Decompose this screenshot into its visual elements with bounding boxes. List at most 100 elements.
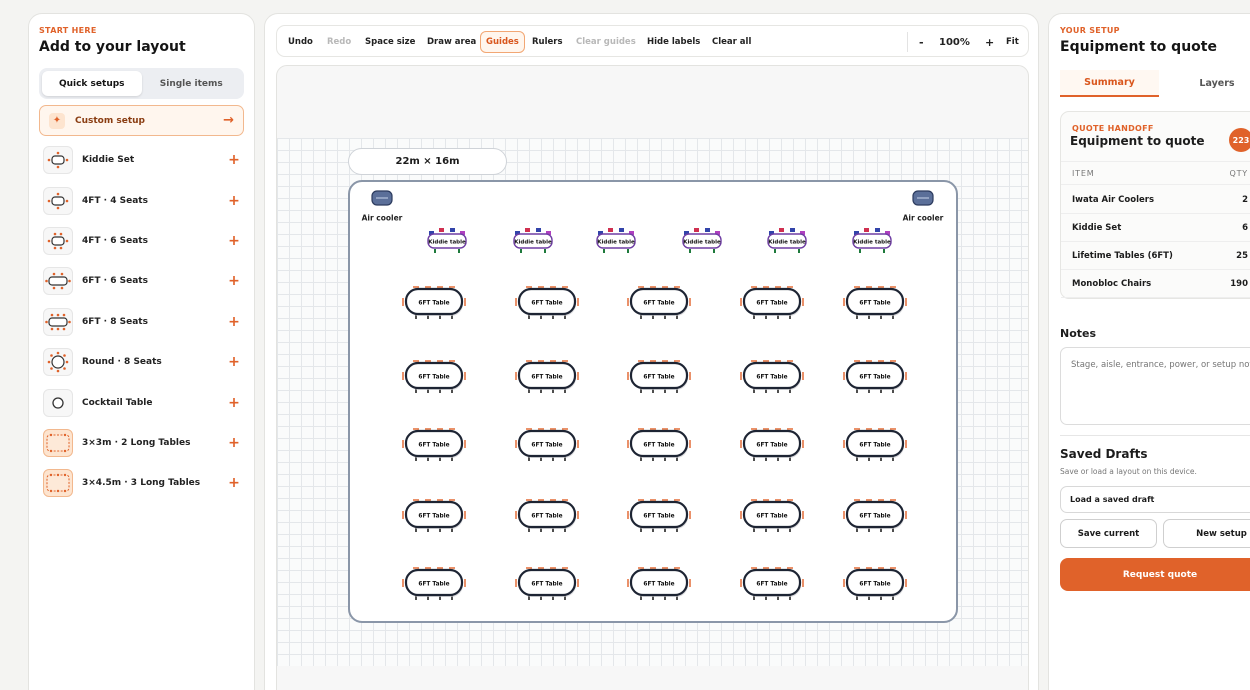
quote-eyebrow: QUOTE HANDOFF [1072,124,1154,133]
editor-toolbar: Undo Redo Space size Draw area Guides Ru… [276,25,1029,57]
zoom-level: 100% [939,36,970,48]
layout-canvas[interactable]: 22m × 16m Air cooler Air cooler Kiddie tab… [276,65,1029,690]
table-6ft[interactable]: 6FT Table [843,360,907,393]
setup-item-4ft-6-seats[interactable]: 4FT · 6 Seats + [43,227,241,255]
kiddie-table-label: Kiddie table [597,240,635,246]
table-6ft-label: 6FT Table [531,514,562,520]
table-6ft[interactable]: 6FT Table [515,286,579,319]
hide-labels-button[interactable]: Hide labels [642,31,705,53]
plus-icon[interactable]: + [227,314,241,330]
table-6ft[interactable]: 6FT Table [740,286,804,319]
zoom-in-button[interactable]: + [980,31,999,53]
kiddie-table[interactable]: Kiddie table [513,228,553,253]
kiddie-table[interactable]: Kiddie table [682,228,722,253]
table-6ft[interactable]: 6FT Table [740,360,804,393]
air-cooler[interactable]: Air cooler [901,190,945,225]
table-6ft[interactable]: 6FT Table [627,499,691,532]
table-6ft[interactable]: 6FT Table [627,286,691,319]
plus-icon[interactable]: + [227,354,241,370]
table-6ft[interactable]: 6FT Table [515,360,579,393]
redo-button[interactable]: Redo [322,31,356,53]
plus-icon[interactable]: + [227,193,241,209]
air-cooler[interactable]: Air cooler [360,190,404,225]
table-4-seats-icon [43,187,73,215]
tab-summary[interactable]: Summary [1060,70,1159,97]
room-items[interactable]: Air cooler Air cooler Kiddie table Kiddie t… [350,182,956,621]
space-size-pill[interactable]: 22m × 16m [348,148,507,175]
setup-type-tabs: Quick setups Single items [39,68,244,99]
table-6ft-label: 6FT Table [643,301,674,307]
table-6ft[interactable]: 6FT Table [740,567,804,600]
setup-item-round-8-seats[interactable]: Round · 8 Seats + [43,348,241,376]
table-6ft[interactable]: 6FT Table [402,360,466,393]
clear-all-button[interactable]: Clear all [707,31,756,53]
setup-item-6ft-8-seats[interactable]: 6FT · 8 Seats + [43,308,241,336]
row-item: Monobloc Chairs [1072,279,1152,289]
plus-icon[interactable]: + [227,152,241,168]
kiddie-table[interactable]: Kiddie table [852,228,892,253]
table-row: Kiddie Set 6 [1061,214,1250,242]
table-6ft-label: 6FT Table [756,375,787,381]
fit-button[interactable]: Fit [1001,31,1024,53]
kiddie-table[interactable]: Kiddie table [596,228,636,253]
table-6ft[interactable]: 6FT Table [740,428,804,461]
request-quote-button[interactable]: Request quote [1060,558,1250,591]
notes-title: Notes [1060,327,1097,340]
table-6ft[interactable]: 6FT Table [843,428,907,461]
kiddie-table-label: Kiddie table [428,240,466,246]
draw-area-button[interactable]: Draw area [422,31,481,53]
zoom-out-button[interactable]: - [914,31,929,53]
table-6ft[interactable]: 6FT Table [627,428,691,461]
table-6ft[interactable]: 6FT Table [515,428,579,461]
space-size-button[interactable]: Space size [360,31,420,53]
tab-quick-setups[interactable]: Quick setups [42,71,142,96]
setup-item-3x3m[interactable]: 3×3m · 2 Long Tables + [43,429,241,457]
table-6ft-label: 6FT Table [643,582,674,588]
table-6ft-label: 6FT Table [756,443,787,449]
setup-item-label: Round · 8 Seats [82,357,162,367]
table-6ft[interactable]: 6FT Table [627,567,691,600]
table-6ft[interactable]: 6FT Table [515,499,579,532]
setup-item-cocktail-table[interactable]: Cocktail Table + [43,389,241,417]
table-6ft-label: 6FT Table [531,582,562,588]
kiddie-table[interactable]: Kiddie table [767,228,807,253]
tab-single-items[interactable]: Single items [142,71,242,96]
clear-guides-button[interactable]: Clear guides [571,31,641,53]
setup-item-4ft-4-seats[interactable]: 4FT · 4 Seats + [43,187,241,215]
undo-button[interactable]: Undo [283,31,318,53]
col-qty: QTY [1229,169,1248,178]
room-area[interactable]: Air cooler Air cooler Kiddie table Kiddie t… [348,180,958,623]
load-draft-select[interactable]: Load a saved draft ⌄ [1060,486,1250,513]
table-6ft[interactable]: 6FT Table [402,286,466,319]
notes-field[interactable] [1060,347,1250,425]
table-6ft[interactable]: 6FT Table [515,567,579,600]
plus-icon[interactable]: + [227,233,241,249]
cocktail-table-icon [43,389,73,417]
table-6ft[interactable]: 6FT Table [843,499,907,532]
table-6ft[interactable]: 6FT Table [402,499,466,532]
setup-item-kiddie-set[interactable]: Kiddie Set + [43,146,241,174]
plus-icon[interactable]: + [227,273,241,289]
row-qty: 2 [1242,195,1248,205]
guides-button[interactable]: Guides [480,31,525,53]
custom-setup-button[interactable]: ✦ Custom setup → [39,105,244,136]
table-6ft[interactable]: 6FT Table [627,360,691,393]
plus-icon[interactable]: + [227,395,241,411]
tab-layers[interactable]: Layers [1162,70,1250,97]
save-current-button[interactable]: Save current [1060,519,1157,548]
setup-item-6ft-6-seats[interactable]: 6FT · 6 Seats + [43,267,241,295]
new-setup-button[interactable]: New setup [1163,519,1250,548]
table-6ft[interactable]: 6FT Table [402,567,466,600]
table-6ft-label: 6FT Table [418,301,449,307]
table-6ft[interactable]: 6FT Table [402,428,466,461]
table-6ft[interactable]: 6FT Table [843,286,907,319]
plus-icon[interactable]: + [227,435,241,451]
kiddie-table[interactable]: Kiddie table [427,228,467,253]
plus-icon[interactable]: + [227,475,241,491]
table-6ft[interactable]: 6FT Table [843,567,907,600]
table-6-seats-icon [43,227,73,255]
setup-item-3x4-5m[interactable]: 3×4.5m · 3 Long Tables + [43,469,241,497]
table-6ft[interactable]: 6FT Table [740,499,804,532]
table-6ft-8-seats-icon [43,308,73,336]
rulers-button[interactable]: Rulers [527,31,568,53]
